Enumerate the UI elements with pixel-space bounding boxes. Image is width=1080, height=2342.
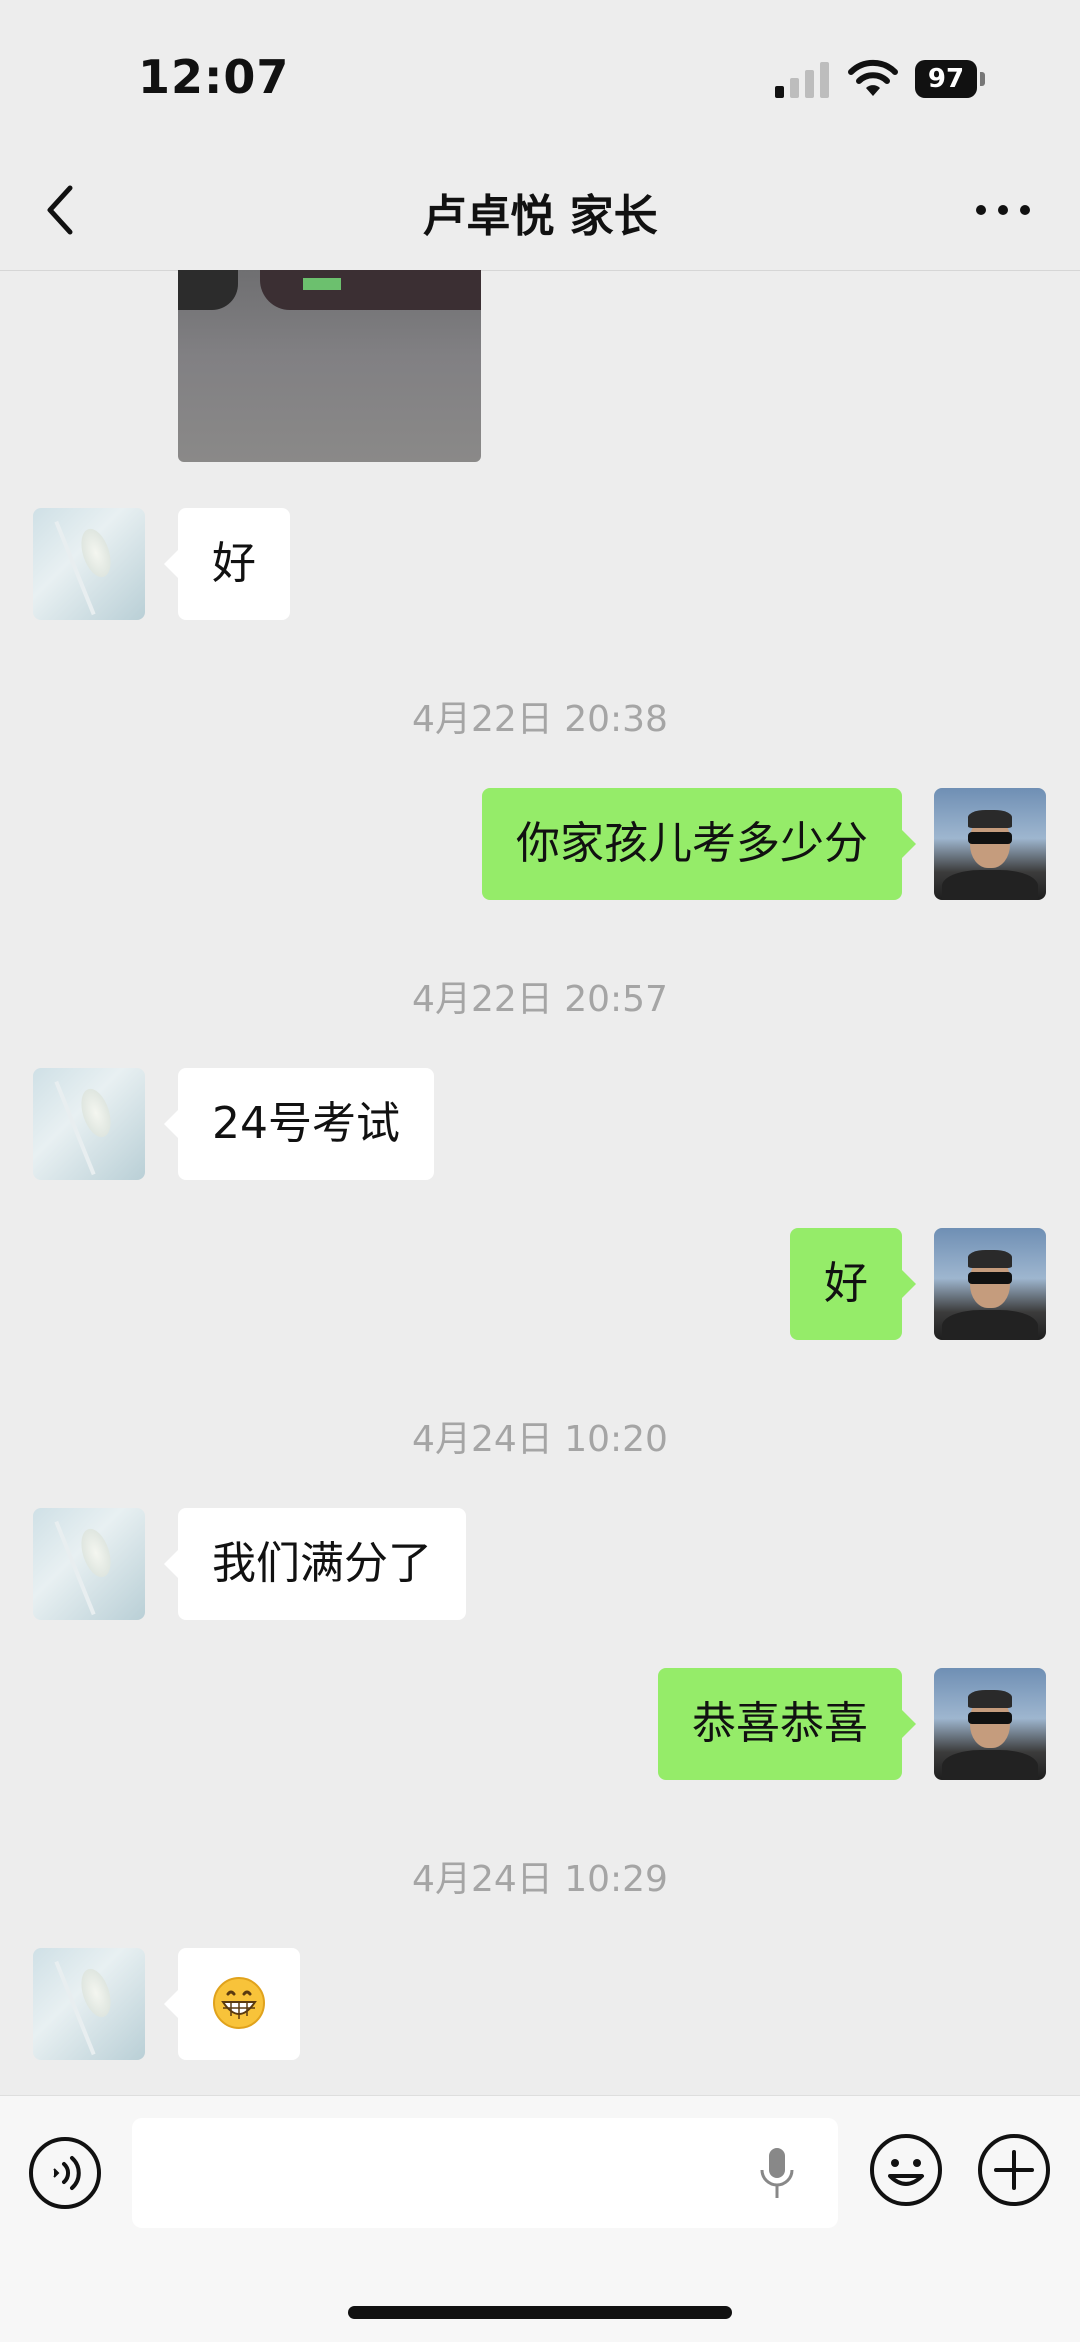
voice-mode-icon[interactable]: [28, 2136, 102, 2210]
contact-avatar[interactable]: [33, 1948, 145, 2060]
my-avatar[interactable]: [934, 1668, 1046, 1780]
chat-header: 卢卓悦 家长: [0, 150, 1080, 271]
image-message[interactable]: [178, 270, 481, 462]
photo-car-left: [178, 270, 238, 310]
more-options-icon[interactable]: [975, 200, 1031, 220]
timestamp: 4月24日 10:29: [412, 1859, 668, 1900]
timestamp: 4月22日 20:38: [412, 699, 668, 740]
incoming-message[interactable]: 24号考试: [164, 1068, 434, 1180]
contact-avatar[interactable]: [33, 508, 145, 620]
emoji-picker-icon[interactable]: [868, 2132, 944, 2208]
battery-indicator: 97: [915, 60, 985, 98]
cellular-signal-icon: [775, 62, 829, 98]
add-attachment-icon[interactable]: [976, 2132, 1052, 2208]
photo-car: [260, 270, 481, 310]
photo-plate: [303, 278, 341, 290]
contact-avatar[interactable]: [33, 1068, 145, 1180]
chat-messages[interactable]: 好 4月22日 20:38 你家孩儿考多少分 4月22日 20:57 24号考试…: [0, 270, 1080, 2095]
home-indicator[interactable]: [348, 2306, 732, 2319]
message-input[interactable]: [132, 2118, 838, 2228]
battery-level: 97: [915, 60, 977, 98]
input-bar: [0, 2095, 1080, 2342]
battery-cap: [980, 72, 985, 86]
outgoing-message[interactable]: 好: [790, 1228, 916, 1340]
microphone-icon[interactable]: [757, 2144, 797, 2202]
my-avatar[interactable]: [934, 788, 1046, 900]
incoming-message[interactable]: 我们满分了: [164, 1508, 466, 1620]
my-avatar[interactable]: [934, 1228, 1046, 1340]
outgoing-message[interactable]: 恭喜恭喜: [658, 1668, 916, 1780]
timestamp: 4月22日 20:57: [412, 979, 668, 1020]
timestamp: 4月24日 10:20: [412, 1419, 668, 1460]
grinning-face-emoji-icon: [213, 1977, 265, 2029]
incoming-emoji-message[interactable]: [164, 1948, 300, 2060]
outgoing-message[interactable]: 你家孩儿考多少分: [482, 788, 916, 900]
chat-title: 卢卓悦 家长: [422, 191, 658, 242]
contact-avatar[interactable]: [33, 1508, 145, 1620]
status-time: 12:07: [138, 50, 290, 104]
status-bar: 12:07 97: [0, 0, 1080, 150]
wifi-icon: [848, 59, 898, 96]
incoming-message[interactable]: 好: [164, 508, 290, 620]
